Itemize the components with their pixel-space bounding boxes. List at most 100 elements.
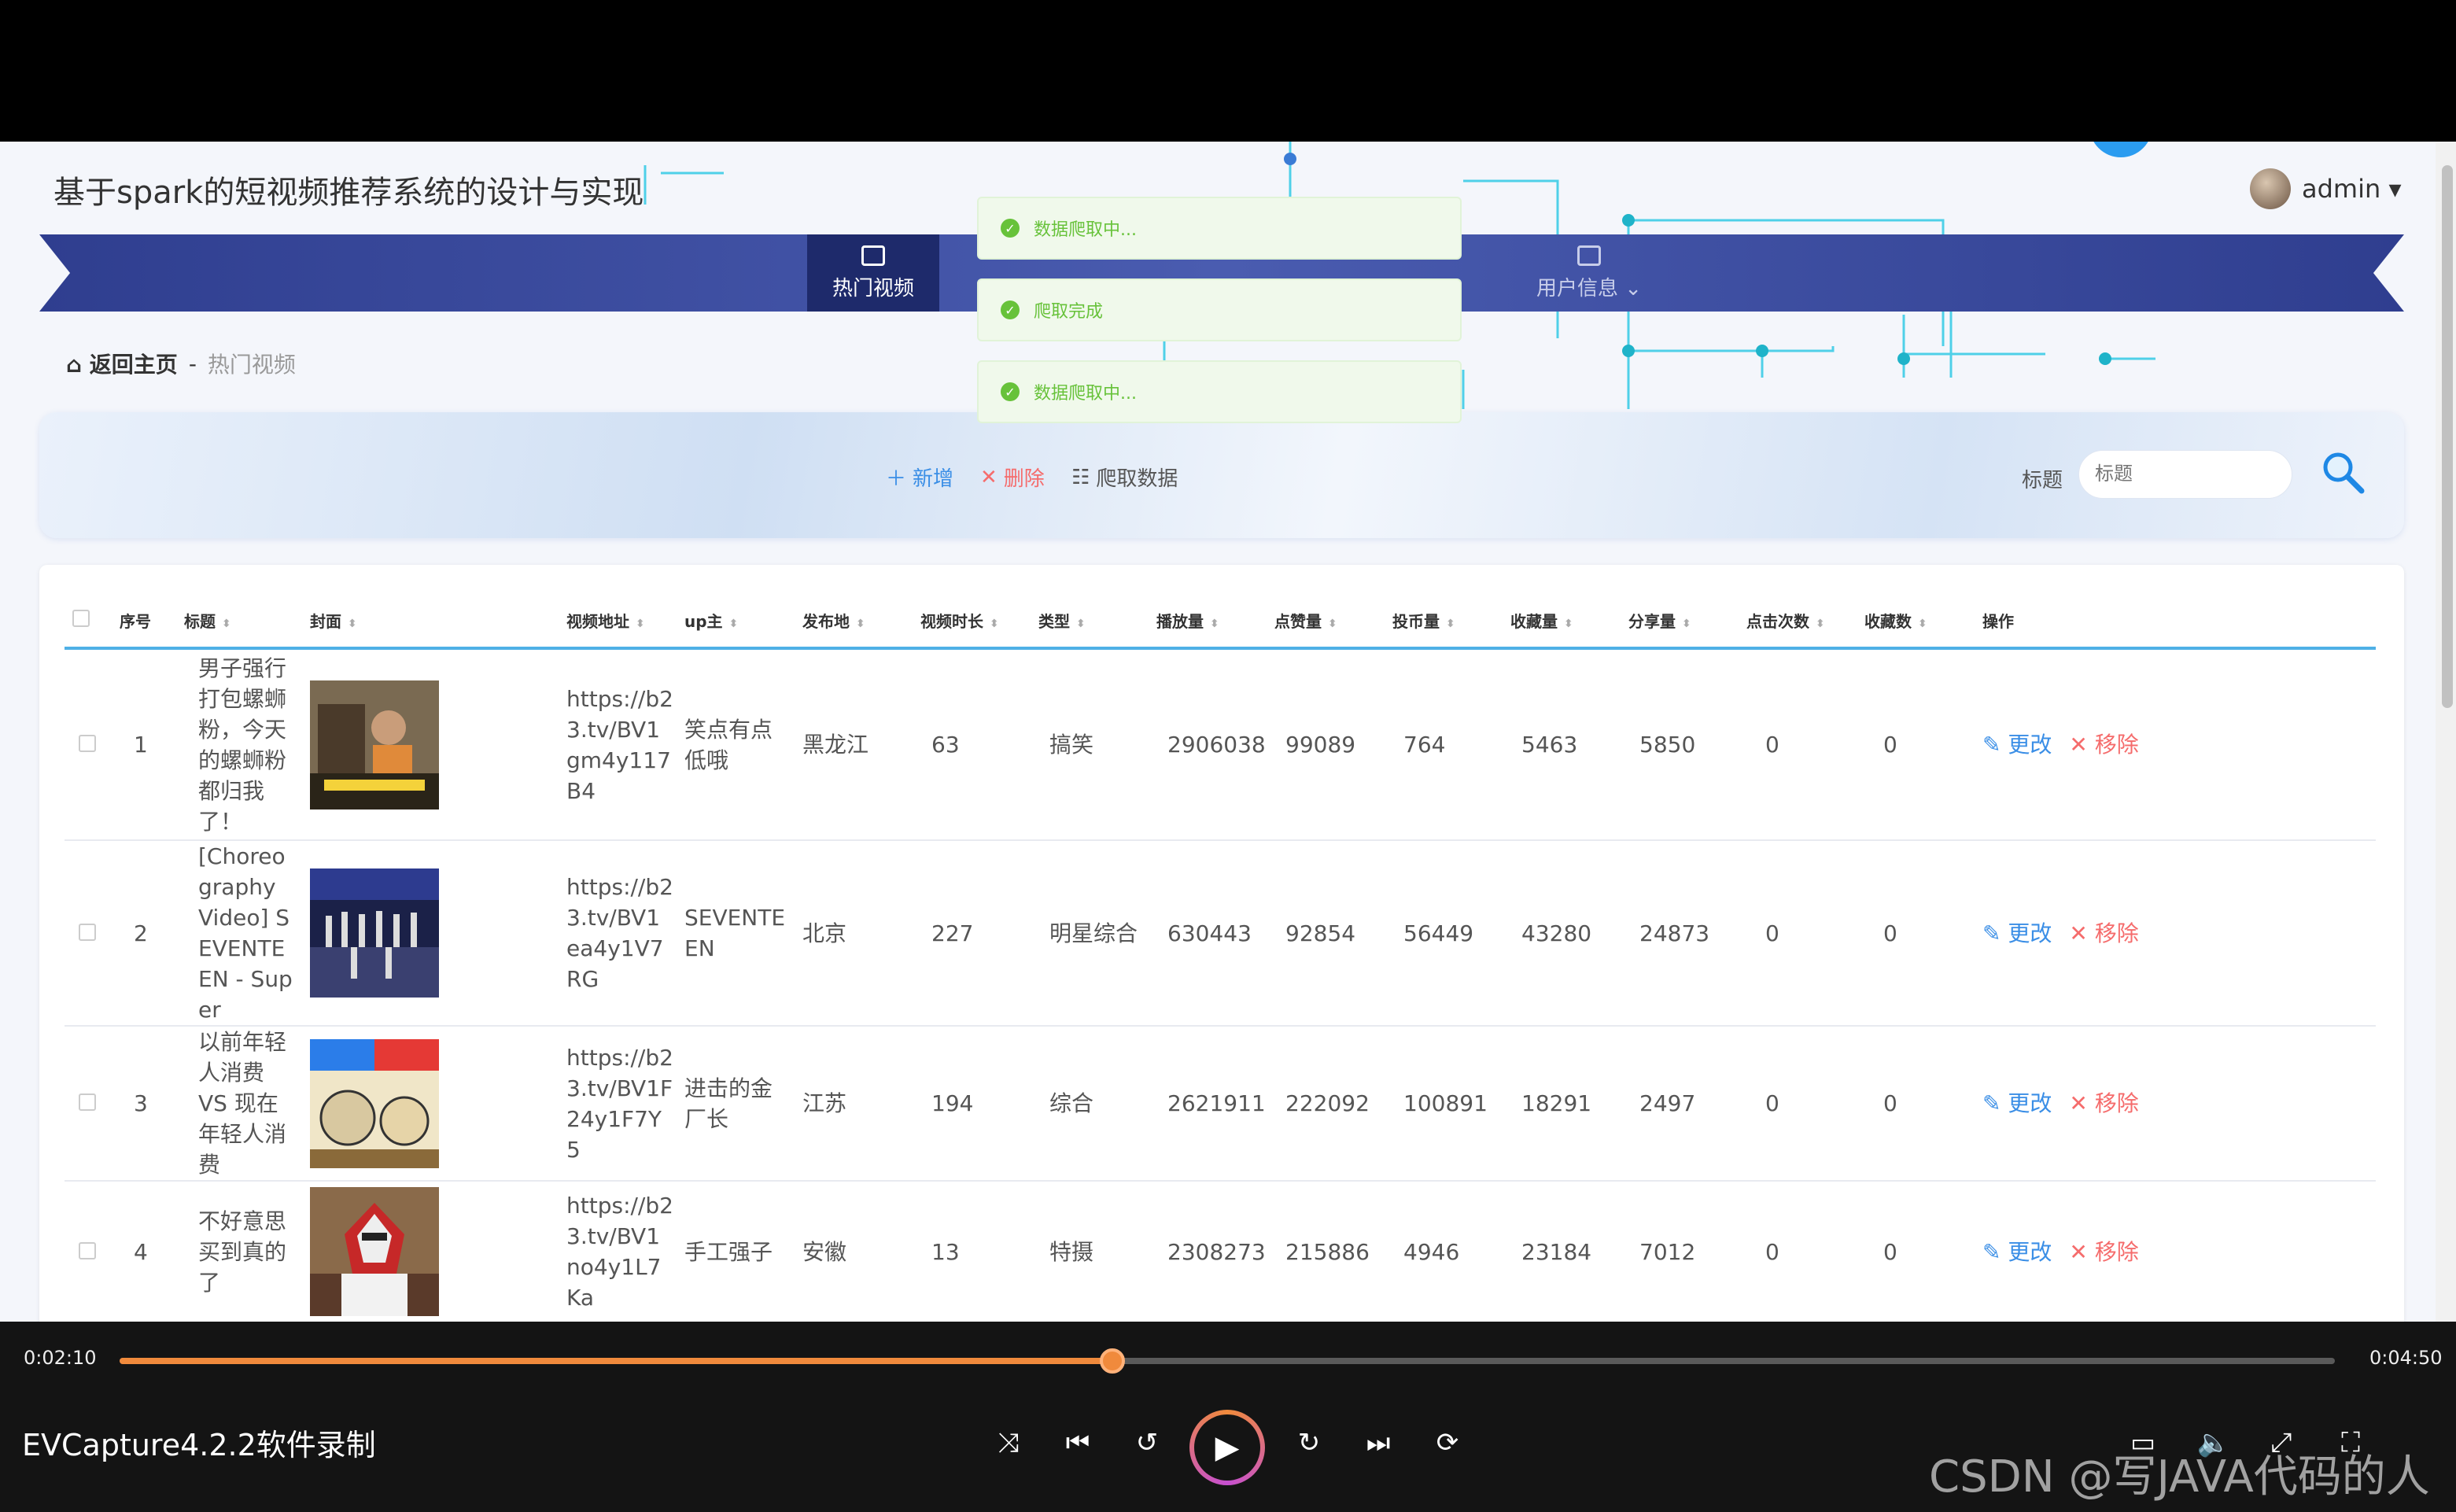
cell-duration: 194 <box>920 1026 1038 1182</box>
cell-url[interactable]: https://b23.tv/BV1no4y1L7Ka <box>566 1181 684 1322</box>
edit-button[interactable]: ✎ 更改 <box>1982 1239 2052 1265</box>
column-header[interactable]: 视频时长 ⬍ <box>920 593 1038 650</box>
column-header[interactable]: 点击次数 ⬍ <box>1746 593 1864 650</box>
breadcrumb-home[interactable]: ⌂ 返回主页 <box>66 348 178 379</box>
edit-button[interactable]: ✎ 更改 <box>1982 920 2052 946</box>
cell-title: 以前年轻人消费 VS 现在年轻人消费 <box>184 1026 310 1182</box>
row-checkbox[interactable] <box>79 735 96 752</box>
cover-thumbnail[interactable] <box>310 680 439 809</box>
column-header[interactable]: 点赞量 ⬍ <box>1274 593 1392 650</box>
remove-button[interactable]: ✕ 移除 <box>2069 920 2138 946</box>
sort-icon: ⬍ <box>1210 617 1219 630</box>
cell-type: 特摄 <box>1038 1181 1156 1322</box>
scrollbar-thumb[interactable] <box>2442 165 2453 708</box>
sort-icon: ⬍ <box>1328 617 1337 630</box>
cell-index: 2 <box>120 840 184 1027</box>
cell-url[interactable]: https://b23.tv/BV1ea4y1V7RG <box>566 840 684 1027</box>
row-checkbox[interactable] <box>79 1241 96 1259</box>
cell-place: 黑龙江 <box>802 648 920 841</box>
edit-button[interactable]: ✎ 更改 <box>1982 732 2052 758</box>
cell-actions: ✎ 更改 ✕ 移除 <box>1982 1026 2376 1182</box>
remove-button[interactable]: ✕ 移除 <box>2069 732 2138 758</box>
remove-button[interactable]: ✕ 移除 <box>2069 1239 2138 1265</box>
column-header[interactable]: 收藏量 ⬍ <box>1510 593 1628 650</box>
column-header[interactable]: 分享量 ⬍ <box>1628 593 1746 650</box>
search-icon[interactable] <box>2319 448 2366 496</box>
cover-thumbnail[interactable] <box>310 1038 439 1168</box>
breadcrumb-current: 热门视频 <box>207 352 296 378</box>
cell-url[interactable]: https://b23.tv/BV1gm4y117B4 <box>566 648 684 841</box>
top-black-bar <box>0 0 2456 142</box>
remove-button[interactable]: ✕ 移除 <box>2069 1090 2138 1116</box>
current-time: 0:02:10 <box>24 1347 97 1369</box>
sort-icon: ⬍ <box>990 617 999 630</box>
column-header[interactable]: 投币量 ⬍ <box>1392 593 1510 650</box>
column-header[interactable]: up主 ⬍ <box>684 593 802 650</box>
cell-actions: ✎ 更改 ✕ 移除 <box>1982 1181 2376 1322</box>
play-icon: ▶ <box>1194 1414 1260 1481</box>
search-input[interactable] <box>2078 450 2292 499</box>
progress-track[interactable] <box>120 1348 2335 1374</box>
shuffle-icon[interactable]: ⤨ <box>990 1424 1027 1462</box>
sort-icon: ⬍ <box>1446 617 1455 630</box>
cell-uploader: 进击的金厂长 <box>684 1026 802 1182</box>
column-header: 序号 <box>120 593 184 650</box>
row-checkbox[interactable] <box>79 923 96 941</box>
nav-item-label: 用户信息 ⌄ <box>1536 276 1643 301</box>
sort-icon: ⬍ <box>856 617 865 630</box>
cell-place: 安徽 <box>802 1181 920 1322</box>
play-button[interactable]: ▶ <box>1189 1410 1265 1485</box>
column-header[interactable]: 发布地 ⬍ <box>802 593 920 650</box>
rewind-icon[interactable]: ↺ <box>1128 1424 1166 1462</box>
success-icon: ✓ <box>1001 219 1020 238</box>
video-table: 序号 标题 ⬍ 封面 ⬍ 视频地址 ⬍ up主 ⬍ 发布地 ⬍ 视频时长 ⬍ 类型 ⬍ 播放量… <box>65 593 2376 1322</box>
forward-icon[interactable]: ↻ <box>1290 1424 1328 1462</box>
cell-uploader: 笑点有点低哦 <box>684 648 802 841</box>
cell-shares: 5850 <box>1628 648 1746 841</box>
column-header[interactable]: 标题 ⬍ <box>184 593 310 650</box>
column-header[interactable]: 类型 ⬍ <box>1038 593 1156 650</box>
column-header[interactable]: 播放量 ⬍ <box>1156 593 1274 650</box>
cover-thumbnail[interactable] <box>310 1187 439 1316</box>
nav-item-user-info[interactable]: 用户信息 ⌄ <box>1503 234 1676 312</box>
cell-plays: 2308273 <box>1156 1181 1274 1322</box>
success-icon: ✓ <box>1001 301 1020 319</box>
cover-thumbnail[interactable] <box>310 868 439 998</box>
cell-url[interactable]: https://b23.tv/BV1F24y1F7Y5 <box>566 1026 684 1182</box>
select-all-checkbox[interactable] <box>72 609 90 627</box>
wallet-icon <box>861 245 885 266</box>
cell-index: 4 <box>120 1181 184 1322</box>
row-checkbox[interactable] <box>79 1093 96 1111</box>
cell-collects: 0 <box>1864 1026 1982 1182</box>
cell-clicks: 0 <box>1746 840 1864 1027</box>
progress-knob[interactable] <box>1099 1348 1125 1374</box>
cell-duration: 13 <box>920 1181 1038 1322</box>
cell-shares: 24873 <box>1628 840 1746 1027</box>
success-icon: ✓ <box>1001 382 1020 401</box>
cell-duration: 227 <box>920 840 1038 1027</box>
cell-index: 3 <box>120 1026 184 1182</box>
cell-title: [Choreography Video] SEVENTEEN - Super <box>184 840 310 1027</box>
toast-notification: ✓ 爬取完成 <box>977 278 1462 341</box>
cell-uploader: SEVENTEEN <box>684 840 802 1027</box>
cell-place: 江苏 <box>802 1026 920 1182</box>
repeat-icon[interactable]: ⟳ <box>1429 1424 1466 1462</box>
column-header[interactable]: 收藏数 ⬍ <box>1864 593 1982 650</box>
previous-icon[interactable]: ⏮ <box>1059 1424 1097 1462</box>
edit-button[interactable]: ✎ 更改 <box>1982 1090 2052 1116</box>
nav-item-hot-videos[interactable]: 热门视频 <box>807 234 939 312</box>
sort-icon: ⬍ <box>348 617 357 630</box>
cell-plays: 2906038 <box>1156 648 1274 841</box>
cell-cover <box>310 1181 566 1322</box>
crawl-data-button[interactable]: ☷ 爬取数据 <box>1071 463 1178 492</box>
cell-clicks: 0 <box>1746 1026 1864 1182</box>
next-icon[interactable]: ⏭ <box>1359 1424 1397 1462</box>
delete-button[interactable]: ✕ 删除 <box>980 463 1045 492</box>
total-time: 0:04:50 <box>2369 1347 2443 1369</box>
user-menu[interactable]: admin ▾ <box>2250 168 2402 209</box>
table-row: 1 男子强行打包螺蛳粉，今天的螺蛳粉都归我了！ https://b23.tv/B… <box>65 648 2376 841</box>
add-button[interactable]: ＋新增 <box>886 463 953 492</box>
sort-icon: ⬍ <box>1076 617 1086 630</box>
column-header[interactable]: 视频地址 ⬍ <box>566 593 684 650</box>
column-header[interactable]: 封面 ⬍ <box>310 593 566 650</box>
